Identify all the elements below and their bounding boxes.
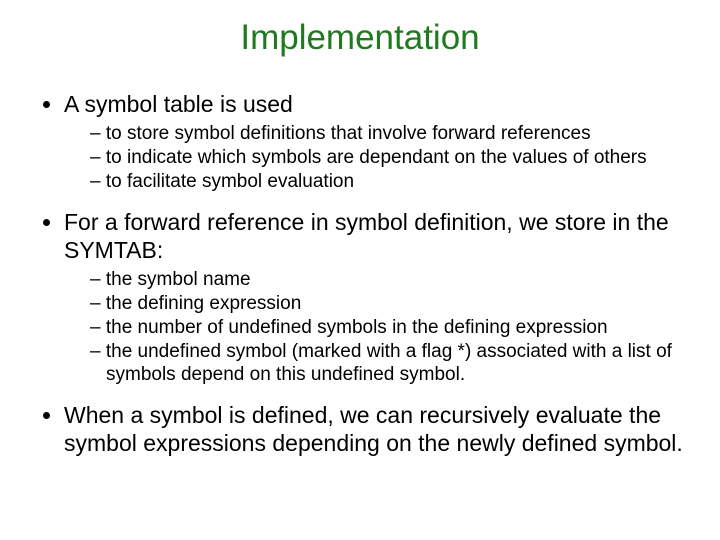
sub-bullet-item: to facilitate symbol evaluation	[90, 170, 684, 193]
slide-body: A symbol table is used to store symbol d…	[0, 68, 720, 457]
sub-bullet-item: to store symbol definitions that involve…	[90, 122, 684, 145]
bullet-text: When a symbol is defined, we can recursi…	[64, 402, 683, 456]
bullet-item: When a symbol is defined, we can recursi…	[64, 401, 684, 457]
sub-bullet-item: the number of undefined symbols in the d…	[90, 316, 684, 339]
slide-title: Implementation	[0, 0, 720, 68]
sub-bullet-item: the symbol name	[90, 268, 684, 291]
bullet-text: A symbol table is used	[64, 91, 293, 117]
bullet-item: For a forward reference in symbol defini…	[64, 208, 684, 387]
sub-bullet-item: to indicate which symbols are dependant …	[90, 146, 684, 169]
sub-bullet-item: the undefined symbol (marked with a flag…	[90, 340, 684, 386]
bullet-item: A symbol table is used to store symbol d…	[64, 90, 684, 194]
bullet-list: A symbol table is used to store symbol d…	[36, 90, 684, 457]
bullet-text: For a forward reference in symbol defini…	[64, 209, 669, 263]
sub-bullet-list: to store symbol definitions that involve…	[64, 122, 684, 194]
sub-bullet-item: the defining expression	[90, 292, 684, 315]
sub-bullet-list: the symbol name the defining expression …	[64, 268, 684, 387]
slide: Implementation A symbol table is used to…	[0, 0, 720, 540]
